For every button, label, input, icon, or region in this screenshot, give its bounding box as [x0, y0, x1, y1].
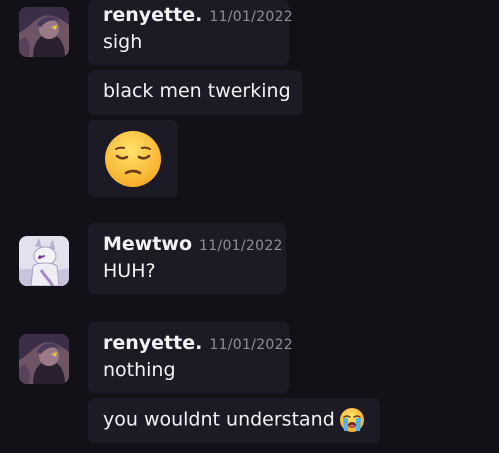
message-text: sigh [103, 31, 143, 53]
avatar-renyette[interactable] [19, 7, 69, 57]
author-name[interactable]: renyette. [103, 332, 202, 354]
message-text: black men twerking [103, 80, 291, 102]
author-name[interactable]: Mewtwo [103, 233, 192, 255]
message-bubble-2[interactable]: black men twerking [88, 70, 302, 115]
message-text: HUH? [103, 260, 156, 282]
message-text-row: you wouldnt understand [103, 407, 365, 433]
pensive-face-icon [103, 129, 163, 189]
message-bubble-3[interactable]: Mewtwo 11/01/2022 HUH? [88, 223, 286, 294]
message-header: renyette. 11/01/2022 [103, 332, 293, 354]
renyette-avatar-image [19, 7, 69, 57]
message-bubble-1-body[interactable]: renyette. 11/01/2022 sigh [88, 0, 293, 65]
message-header: Mewtwo 11/01/2022 [103, 233, 283, 255]
message-timestamp: 11/01/2022 [199, 238, 283, 254]
message-text: you wouldnt understand [103, 408, 335, 431]
emoji-message-bubble[interactable] [88, 120, 178, 197]
loudly-crying-face-icon [339, 407, 365, 433]
message-text: nothing [103, 359, 176, 381]
renyette-avatar-image [19, 334, 69, 384]
message-timestamp: 11/01/2022 [209, 337, 294, 353]
avatar-renyette[interactable] [19, 334, 69, 384]
avatar-mewtwo[interactable] [19, 236, 69, 286]
message-bubble-5[interactable]: you wouldnt understand [88, 398, 380, 443]
message-header: renyette. 11/01/2022 [103, 4, 293, 26]
author-name[interactable]: renyette. [103, 4, 202, 26]
message-timestamp: 11/01/2022 [209, 9, 294, 25]
message-bubble-4[interactable]: renyette. 11/01/2022 nothing [88, 322, 293, 393]
mewtwo-avatar-image [19, 236, 69, 286]
